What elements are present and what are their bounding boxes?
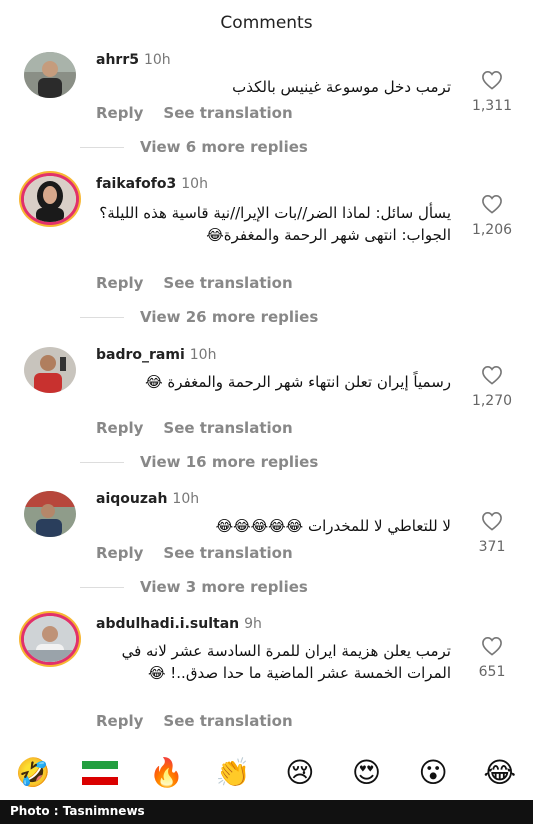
comments-title: Comments [220, 13, 313, 33]
comment-text: لا للتعاطي لا للمخدرات 😂😂😂😂😂 [215, 517, 451, 535]
comment-username[interactable]: ahrr5 10h [96, 52, 171, 68]
heart-icon[interactable] [481, 365, 503, 385]
comment-text: رسمياً إيران تعلن انتهاء شهر الرحمة والم… [145, 373, 451, 391]
comment-username[interactable]: aiqouzah 10h [96, 491, 199, 507]
iran-flag-icon[interactable] [81, 760, 118, 785]
like-count: 371 [478, 539, 506, 555]
view-more-replies[interactable]: View 3 more replies [80, 578, 308, 596]
clapping-hands-emoji-icon[interactable]: 👏 [209, 756, 257, 789]
comment-actions: Reply See translation [96, 712, 313, 730]
surprised-face-emoji-icon[interactable]: 😮 [409, 756, 457, 789]
comment-time: 9h [244, 616, 262, 632]
view-more-replies[interactable]: View 16 more replies [80, 453, 318, 471]
photo-credit: Photo : Tasnimnews [10, 804, 145, 818]
see-translation-button[interactable]: See translation [163, 274, 292, 292]
reply-button[interactable]: Reply [96, 544, 143, 562]
reply-button[interactable]: Reply [96, 104, 143, 122]
comment-time: 10h [143, 52, 171, 68]
comments-sheet: Comments ahrr5 10h ترمب دخل موسوعة غينيس … [0, 0, 533, 800]
comment-username[interactable]: faikafofo3 10h [96, 176, 208, 192]
comment-text: يسأل سائل: لماذا الضر//بات الإيرا//نية ق… [99, 204, 451, 244]
reply-button[interactable]: Reply [96, 419, 143, 437]
comment-time: 10h [181, 176, 208, 192]
heart-icon[interactable] [481, 636, 503, 656]
like-group: 1,270 [470, 365, 514, 409]
like-count: 651 [478, 664, 506, 680]
comment-actions: Reply See translation [96, 104, 313, 122]
like-count: 1,206 [471, 222, 513, 238]
comment-actions: Reply See translation [96, 544, 313, 562]
see-translation-button[interactable]: See translation [163, 712, 292, 730]
tears-of-joy-emoji-icon[interactable]: 😂 [476, 756, 524, 789]
reply-button[interactable]: Reply [96, 274, 143, 292]
comment-actions: Reply See translation [96, 419, 313, 437]
crying-face-emoji-icon[interactable]: 😢 [276, 756, 324, 789]
divider [80, 316, 124, 318]
avatar[interactable] [24, 347, 76, 393]
see-translation-button[interactable]: See translation [163, 544, 292, 562]
avatar[interactable] [24, 52, 76, 98]
like-count: 1,270 [471, 393, 513, 409]
divider [80, 461, 124, 463]
see-translation-button[interactable]: See translation [163, 104, 292, 122]
heart-icon[interactable] [481, 511, 503, 531]
see-translation-button[interactable]: See translation [163, 419, 292, 437]
heart-icon[interactable] [481, 70, 503, 90]
comment-text: ترمب دخل موسوعة غينيس بالكذب [232, 78, 451, 96]
view-more-replies[interactable]: View 26 more replies [80, 308, 318, 326]
divider [80, 146, 124, 148]
like-group: 1,311 [470, 70, 514, 114]
fire-emoji-icon[interactable]: 🔥 [143, 756, 191, 789]
like-group: 1,206 [470, 194, 514, 238]
rofl-emoji-icon[interactable]: 🤣 [9, 756, 57, 789]
comment-username[interactable]: abdulhadi.i.sultan 9h [96, 616, 262, 632]
heart-icon[interactable] [481, 194, 503, 214]
like-group: 651 [470, 636, 514, 680]
like-count: 1,311 [471, 98, 513, 114]
like-group: 371 [470, 511, 514, 555]
photo-credit-bar: Photo : Tasnimnews [0, 800, 533, 824]
comment-time: 10h [189, 347, 217, 363]
view-more-replies[interactable]: View 6 more replies [80, 138, 308, 156]
comment-actions: Reply See translation [96, 274, 313, 292]
avatar[interactable] [24, 176, 76, 222]
reply-button[interactable]: Reply [96, 712, 143, 730]
comment-text: ترمب يعلن هزيمة ايران للمرة السادسة عشر … [121, 642, 451, 682]
avatar[interactable] [24, 491, 76, 537]
heart-eyes-emoji-icon[interactable]: 😍 [342, 756, 390, 789]
comment-time: 10h [172, 491, 200, 507]
avatar[interactable] [24, 616, 76, 662]
comments-header: Comments [0, 0, 533, 46]
comment-username[interactable]: badro_rami 10h [96, 347, 216, 363]
divider [80, 586, 124, 588]
emoji-reaction-bar: 🤣 🔥 👏 😢 😍 😮 😂 [0, 745, 533, 800]
